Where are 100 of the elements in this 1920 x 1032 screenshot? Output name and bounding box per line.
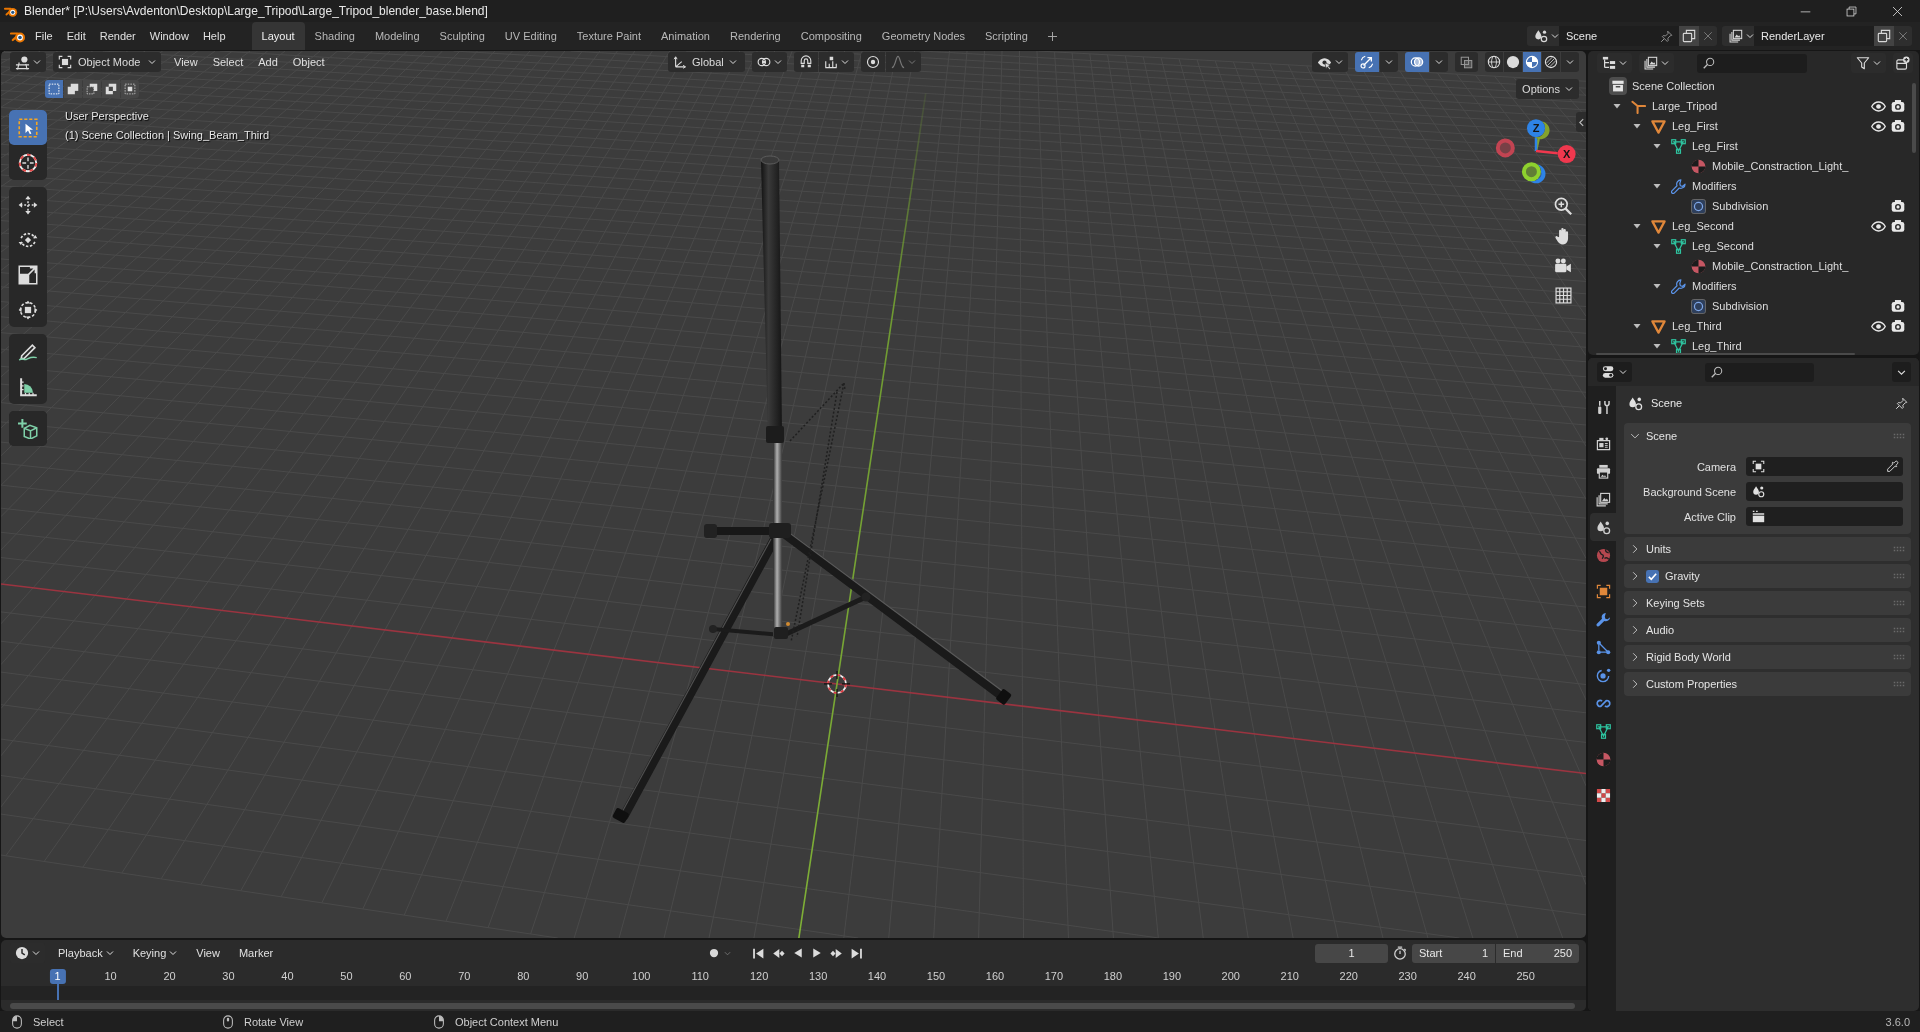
workspace-tab[interactable]: Shading	[304, 22, 365, 50]
outliner-item[interactable]: Modifiers	[1692, 179, 1737, 193]
gizmo-axis-ball[interactable]: X	[1557, 145, 1576, 164]
workspace-tab[interactable]: Modeling	[364, 22, 430, 50]
display-mode-button[interactable]	[1639, 53, 1674, 73]
menu-item[interactable]: Add	[252, 52, 284, 72]
editor-type-button[interactable]	[1597, 362, 1632, 382]
select-mode-button[interactable]	[64, 80, 82, 98]
camera-icon[interactable]	[1891, 199, 1905, 213]
outliner-item[interactable]: Leg_First	[1692, 139, 1738, 153]
menu-item[interactable]: File	[28, 26, 60, 46]
jump-start-icon[interactable]	[751, 946, 765, 960]
outliner-item[interactable]: Mobile_Constraction_Light_	[1712, 259, 1849, 273]
options-dropdown[interactable]	[1892, 362, 1911, 382]
zoom-icon[interactable]	[1554, 197, 1572, 215]
object-picker-field[interactable]	[1746, 457, 1903, 476]
proportional-edit-toggle[interactable]	[861, 52, 885, 72]
eyedropper-icon[interactable]	[1886, 460, 1899, 473]
shading-mode-button[interactable]	[1523, 52, 1541, 72]
menu-item[interactable]: View	[190, 943, 226, 963]
disclosure-triangle-icon[interactable]	[1653, 342, 1661, 350]
gizmo-dropdown[interactable]	[1380, 52, 1398, 72]
panel-header[interactable]: Audio	[1624, 618, 1911, 642]
shading-mode-button[interactable]	[1542, 52, 1560, 72]
camera-icon[interactable]	[1891, 219, 1905, 233]
panel-header[interactable]: Rigid Body World	[1624, 645, 1911, 669]
select-mode-button[interactable]	[102, 80, 120, 98]
outliner-item[interactable]: Subdivision	[1712, 299, 1769, 313]
clip-picker-field[interactable]	[1746, 507, 1903, 526]
overlays-dropdown[interactable]	[1430, 52, 1448, 72]
menu-item[interactable]: Marker	[232, 943, 280, 963]
start-frame-field[interactable]: Start 1	[1412, 943, 1495, 963]
workspace-tab[interactable]: Layout	[251, 22, 305, 50]
menu-item[interactable]: Select	[206, 52, 250, 72]
outliner-item[interactable]: Leg_Second	[1672, 219, 1734, 233]
search-field[interactable]	[1697, 53, 1807, 73]
xray-toggle[interactable]	[1455, 52, 1478, 72]
gizmo-axis-ball[interactable]: Z	[1527, 119, 1545, 138]
workspace-tab[interactable]: Animation	[651, 22, 720, 50]
workspace-tab[interactable]: Geometry Nodes	[871, 22, 975, 50]
editor-type-button[interactable]	[1597, 53, 1632, 73]
orientation-dropdown[interactable]: Global	[668, 52, 745, 72]
pivot-dropdown[interactable]	[752, 52, 787, 72]
camera-icon[interactable]	[1891, 299, 1905, 313]
mode-dropdown[interactable]: Object Mode	[53, 52, 161, 72]
workspace-tab[interactable]: UV Editing	[494, 22, 567, 50]
plus-icon[interactable]	[1046, 30, 1058, 42]
menu-item[interactable]: Render	[92, 26, 143, 46]
eye-icon[interactable]	[1870, 218, 1886, 234]
outliner-item[interactable]: Leg_Third	[1692, 339, 1742, 353]
eye-icon[interactable]	[1870, 318, 1886, 334]
options-dropdown[interactable]: Options	[1516, 79, 1579, 99]
current-frame-field[interactable]: 1	[1315, 943, 1388, 963]
duplicate-button[interactable]	[1679, 26, 1699, 46]
duplicate-button[interactable]	[1874, 26, 1894, 46]
snap-toggle[interactable]	[794, 52, 818, 72]
disclosure-triangle-icon[interactable]	[1653, 142, 1661, 150]
view-layer-name-field[interactable]: RenderLayer	[1754, 26, 1874, 46]
camera-icon[interactable]	[1891, 319, 1905, 333]
search-field[interactable]	[1705, 362, 1814, 382]
menu-item[interactable]: Edit	[59, 26, 93, 46]
menu-item[interactable]: View	[168, 52, 204, 72]
playhead[interactable]: 1	[49, 969, 66, 984]
panel-header[interactable]: Gravity	[1624, 564, 1911, 588]
disclosure-triangle-icon[interactable]	[1613, 102, 1621, 110]
eye-icon[interactable]	[1870, 98, 1886, 114]
disclosure-triangle-icon[interactable]	[1653, 282, 1661, 290]
new-collection-button[interactable]	[1893, 53, 1913, 73]
scene-name-field[interactable]: Scene	[1559, 26, 1679, 46]
menu-item[interactable]: Object	[286, 52, 331, 72]
outliner-item[interactable]: Large_Tripod	[1652, 99, 1718, 113]
sidebar-toggle[interactable]	[1576, 112, 1586, 132]
select-mode-button[interactable]	[45, 80, 63, 98]
properties-tab[interactable]	[1590, 513, 1616, 541]
panel-header[interactable]: Units	[1624, 537, 1911, 561]
panel-header[interactable]: Scene	[1624, 423, 1911, 449]
scrollbar[interactable]	[1596, 353, 1855, 355]
menu-item[interactable]: Keying	[126, 943, 184, 963]
shading-mode-button[interactable]	[1485, 52, 1503, 72]
restore-icon[interactable]	[1845, 5, 1857, 17]
disclosure-triangle-icon[interactable]	[1633, 222, 1641, 230]
jump-end-icon[interactable]	[849, 946, 863, 960]
disclosure-triangle-icon[interactable]	[1653, 242, 1661, 250]
play-icon[interactable]	[810, 947, 823, 959]
scene-picker-field[interactable]	[1746, 482, 1903, 501]
menu-item[interactable]: Help	[195, 26, 233, 46]
end-frame-field[interactable]: End 250	[1496, 943, 1579, 963]
shading-dropdown[interactable]	[1561, 52, 1579, 72]
scrollbar[interactable]	[10, 1003, 1575, 1009]
scene-browse-button[interactable]	[1527, 26, 1559, 46]
gizmo-toggle[interactable]	[1355, 52, 1379, 72]
shading-mode-button[interactable]	[1504, 52, 1522, 72]
grid-icon[interactable]	[1554, 287, 1572, 304]
workspace-tab[interactable]: Scripting	[975, 22, 1038, 50]
workspace-tab[interactable]: Texture Paint	[566, 22, 652, 50]
snap-target-dropdown[interactable]	[819, 52, 854, 72]
camera-icon[interactable]	[1891, 119, 1905, 133]
view-layer-browse-button[interactable]	[1722, 26, 1754, 46]
tool-button[interactable]	[9, 411, 47, 446]
checkbox[interactable]	[1646, 569, 1659, 583]
